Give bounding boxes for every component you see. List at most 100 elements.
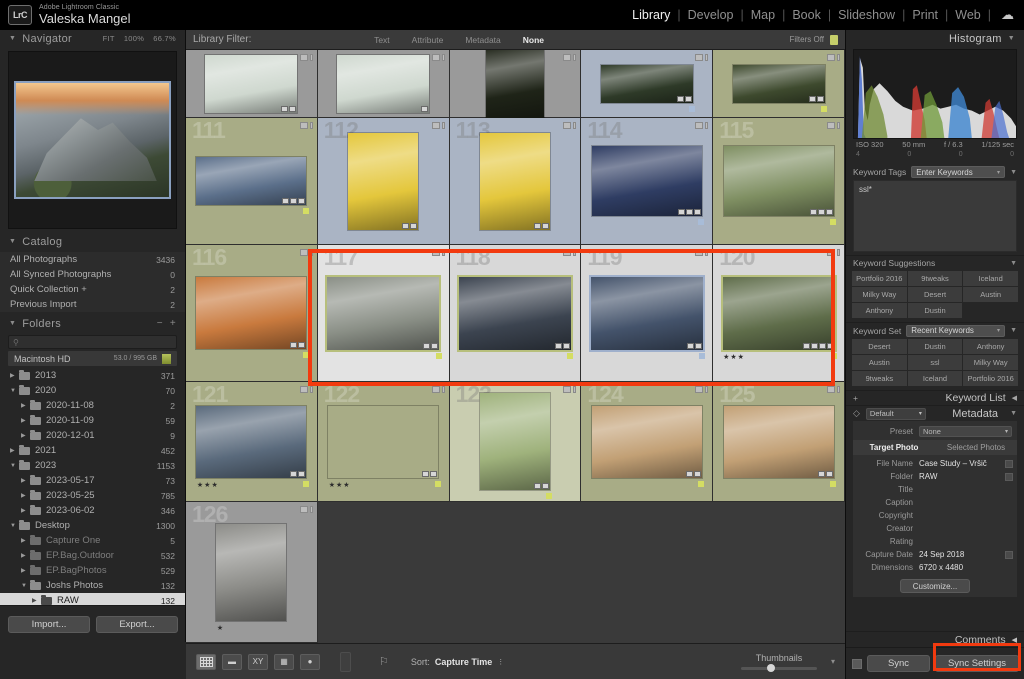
thumbnail-status-icon[interactable] [289,105,297,112]
thumbnail-overlay-icons[interactable] [686,342,702,349]
thumbnail-flag-icon[interactable] [705,54,709,61]
thumbnail-badge-icon[interactable] [695,54,704,61]
folder-row[interactable]: ▶ 2023-06-02 346 [0,503,185,518]
filter-tab-none[interactable]: None [523,35,544,45]
thumbnail-status-icon[interactable] [826,342,834,349]
color-label-chip[interactable] [434,480,441,487]
chevron-down-icon[interactable]: ▼ [21,583,30,589]
thumbnail-image[interactable] [588,274,705,352]
keyword-chip[interactable]: 9tweaks [907,271,963,286]
thumbnail-size-slider[interactable]: Thumbnails [740,653,817,672]
thumbnail-badge-icon[interactable] [826,122,835,129]
cell-badges[interactable] [826,386,840,393]
catalog-item-all-synced[interactable]: All Synced Photographs 0 [0,267,185,282]
slider-track[interactable] [740,664,817,672]
thumbnail-overlay-icons[interactable] [402,222,418,229]
metadata-row[interactable]: Folder RAW [853,470,1017,483]
chevron-right-icon[interactable]: ▶ [21,567,30,574]
thumbnail-badge-icon[interactable] [563,122,572,129]
cell-badges[interactable] [563,249,577,256]
thumbnail-overlay-icons[interactable] [422,470,438,477]
chevron-down-icon[interactable]: ▼ [1010,410,1017,417]
thumbnail-image[interactable] [196,277,307,349]
volume-row-macintosh-hd[interactable]: Macintosh HD 53.0 / 995 GB [8,351,177,366]
thumbnail-overlay-icons[interactable] [808,95,824,102]
thumbnail-badge-icon[interactable] [563,249,572,256]
thumbnail-cell[interactable]: 123 [449,382,582,502]
star-rating[interactable]: ★★★ [723,353,745,361]
loupe-view-button[interactable]: ▬ [222,653,242,670]
thumbnail-image[interactable] [732,64,825,103]
thumbnail-badge-icon[interactable] [695,249,704,256]
spray-can-icon[interactable] [340,651,351,672]
thumbnail-cell[interactable]: 120 ★★★ [713,245,845,382]
sort-control[interactable]: Sort: Capture Time ⋮ [411,657,504,667]
thumbnail-status-icon[interactable] [290,470,298,477]
folder-row[interactable]: ▶ 2013 371 [0,368,185,383]
histogram-header[interactable]: Histogram ▼ [846,30,1024,47]
thumbnail-cell[interactable]: 116 [186,245,318,382]
keyword-chip[interactable]: Anthony [852,303,907,318]
cell-badges[interactable] [299,386,313,393]
thumbnail-status-icon[interactable] [430,470,438,477]
catalog-item-previous-import[interactable]: Previous Import 2 [0,297,185,312]
thumbnail-cell[interactable]: 117 [317,245,450,382]
color-label-chip[interactable] [435,352,442,359]
thumbnail-badge-icon[interactable] [431,249,440,256]
thumbnail-image[interactable] [196,405,307,478]
thumbnail-overlay-icons[interactable] [817,470,833,477]
thumbnail-status-icon[interactable] [693,470,701,477]
thumbnail-cell[interactable]: 111 [186,118,318,245]
thumbnail-status-icon[interactable] [808,95,816,102]
comments-header[interactable]: Comments ◀ [846,631,1024,647]
keyword-chip[interactable]: Austin [963,287,1018,302]
folder-search-input[interactable]: ⚲ [8,335,177,349]
color-label-chip[interactable] [567,352,574,359]
keyword-chip[interactable]: Desert [852,339,907,354]
thumbnail-status-icon[interactable] [281,105,289,112]
cell-badges[interactable] [826,54,840,61]
thumbnail-flag-icon[interactable] [309,506,313,513]
cell-badges[interactable] [431,386,445,393]
thumbnail-badge-icon[interactable] [431,54,440,61]
metadata-row[interactable]: Dimensions 6720 x 4480 [853,561,1017,574]
cell-badges[interactable] [826,122,840,129]
folder-row[interactable]: ▼ Joshs Photos 132 [0,578,185,593]
thumbnail-badge-icon[interactable] [826,54,835,61]
filter-tab-metadata[interactable]: Metadata [465,35,500,45]
zoom-fit[interactable]: FIT [103,34,115,43]
folder-row[interactable]: ▶ 2020-12-01 9 [0,428,185,443]
thumbnail-image[interactable] [479,393,550,490]
star-rating[interactable]: ★ [217,624,224,632]
catalog-item-all-photographs[interactable]: All Photographs 3436 [0,252,185,267]
chevron-right-icon[interactable]: ▶ [21,552,30,559]
thumbnail-image[interactable] [591,405,702,478]
thumbnail-badge-icon[interactable] [299,122,308,129]
keyword-textarea[interactable]: ssl* [853,180,1017,252]
folder-row[interactable]: ▶ 2020-11-08 2 [0,398,185,413]
chevron-right-icon[interactable]: ▶ [21,477,30,484]
thumbnail-status-icon[interactable] [282,198,290,204]
chevron-down-icon[interactable]: ▾ [997,169,1000,176]
chevron-down-icon[interactable]: ▼ [1010,260,1017,267]
thumbnail-cell[interactable]: 119 [581,245,714,382]
thumbnail-cell[interactable]: 126 ★ [186,502,318,643]
thumbnail-overlay-icons[interactable] [281,105,297,112]
thumbnail-badge-icon[interactable] [299,506,308,513]
module-map[interactable]: Map [744,8,782,22]
metadata-action-button[interactable] [1005,550,1013,559]
keyword-list-header[interactable]: + Keyword List ◀ [846,390,1024,405]
color-label-chip[interactable] [831,352,838,359]
thumbnail-grid[interactable]: 111 112 113 114 115 116 117 118 119 120 ★★★ 121 ★★★ 1… [186,50,845,643]
metadata-preset-row[interactable]: Preset None ▾ [853,424,1017,438]
folder-row[interactable]: ▶ 2021 452 [0,443,185,458]
color-label-chip[interactable] [699,352,706,359]
thumbnail-flag-icon[interactable] [441,249,445,256]
lock-icon[interactable] [830,34,838,45]
thumbnail-status-icon[interactable] [818,342,826,349]
thumbnail-status-icon[interactable] [686,342,694,349]
thumbnail-status-icon[interactable] [694,342,702,349]
thumbnail-overlay-icons[interactable] [421,105,429,112]
chevron-right-icon[interactable]: ▶ [21,507,30,514]
thumbnail-image[interactable] [196,157,307,205]
